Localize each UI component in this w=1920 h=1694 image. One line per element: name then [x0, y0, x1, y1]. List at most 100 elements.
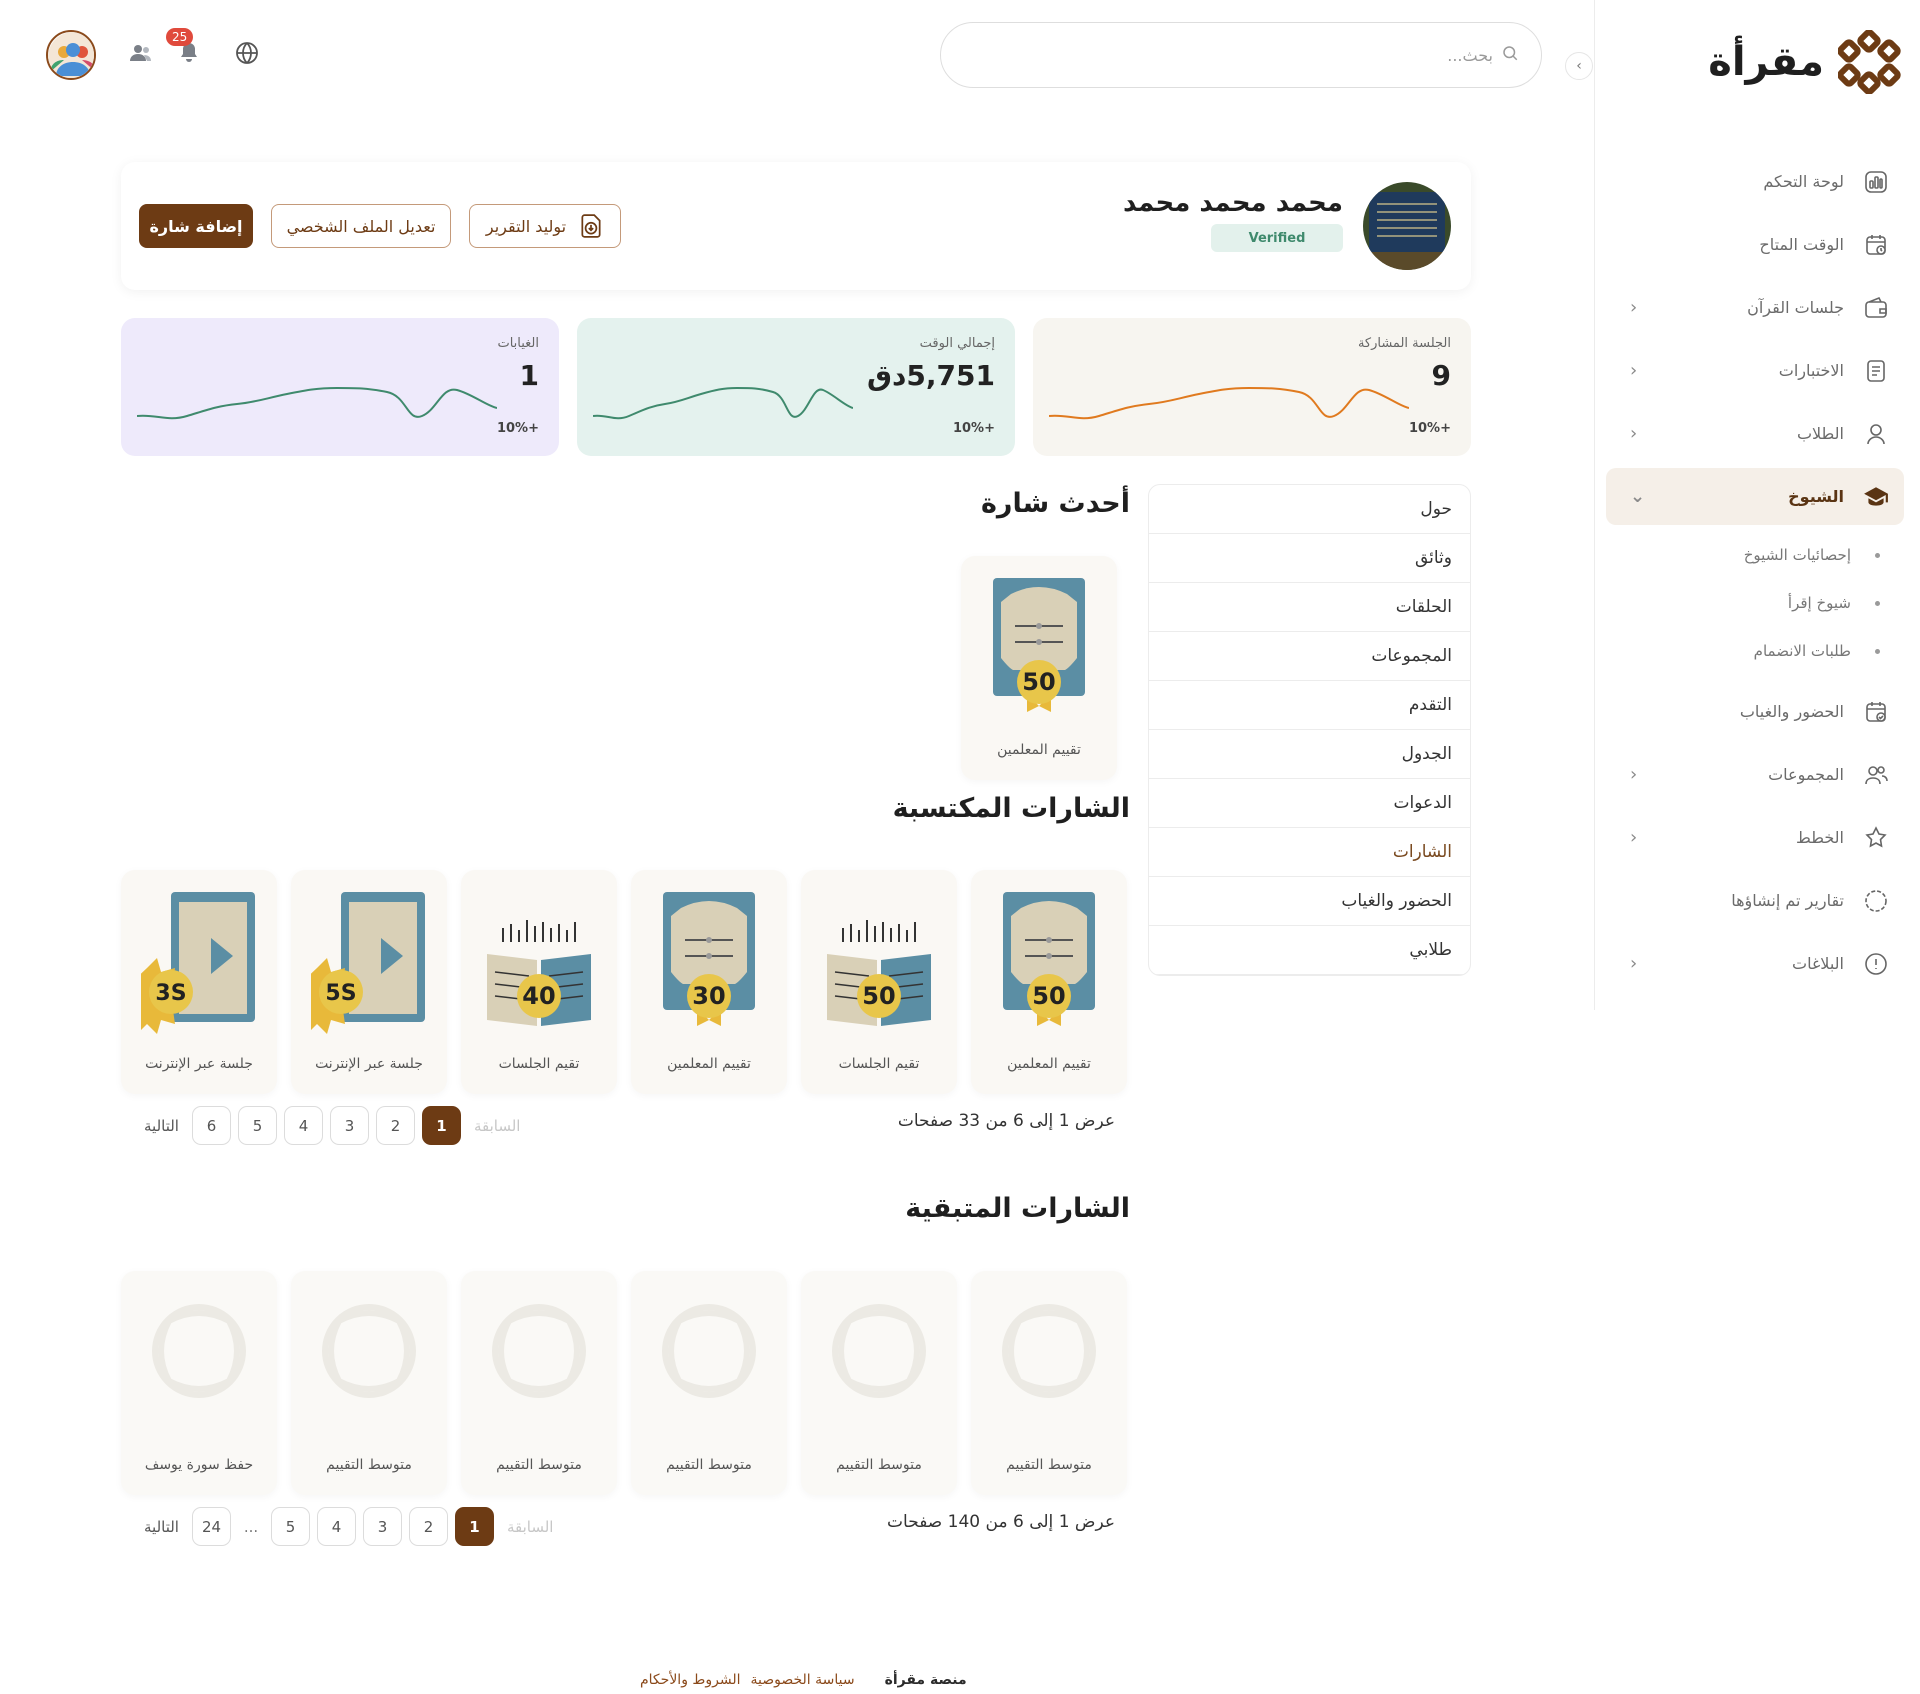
- earned-badge-card[interactable]: 50 تقيم الجلسات: [801, 870, 957, 1094]
- page-1-button[interactable]: 1: [454, 1507, 494, 1546]
- tab-my-students[interactable]: طلابي: [1149, 926, 1470, 975]
- badge-label: تقييم المعلمين: [997, 742, 1081, 758]
- tab-invitations[interactable]: الدعوات: [1149, 779, 1470, 828]
- sidebar-item-label: جلسات القرآن: [1747, 298, 1844, 317]
- next-page-button[interactable]: التالية: [138, 1117, 185, 1135]
- sparkline-total-time: [593, 386, 853, 420]
- remaining-badge-card[interactable]: متوسط التقييم: [801, 1271, 957, 1495]
- earned-badge-card[interactable]: 50 تقييم المعلمين: [971, 870, 1127, 1094]
- next-page-button[interactable]: التالية: [138, 1518, 185, 1536]
- search-input[interactable]: [1093, 45, 1493, 65]
- sidebar-item-plans[interactable]: الخطط ‹: [1606, 809, 1904, 866]
- remaining-badge-card[interactable]: متوسط التقييم: [291, 1271, 447, 1495]
- submenu-item-label: طلبات الانضمام: [1753, 642, 1851, 660]
- page-6-button[interactable]: 6: [191, 1106, 231, 1145]
- sidebar-item-students[interactable]: الطلاب ‹: [1606, 405, 1904, 462]
- sidebar-item-label: لوحة التحكم: [1763, 172, 1844, 191]
- sidebar-item-exams[interactable]: الاختبارات ‹: [1606, 342, 1904, 399]
- latest-badge-card[interactable]: 50 تقييم المعلمين: [961, 556, 1117, 780]
- sidebar-item-groups[interactable]: المجموعات ‹: [1606, 746, 1904, 803]
- badge-label: متوسط التقييم: [666, 1457, 752, 1473]
- teacher-rating-badge-icon: 50: [991, 888, 1107, 1042]
- users-button[interactable]: [126, 40, 156, 70]
- online-session-badge-icon: 5S: [277, 888, 427, 1042]
- sidebar-item-label: البلاغات: [1792, 954, 1844, 973]
- submenu-item-label: إحصائيات الشيوخ: [1743, 546, 1851, 564]
- page-2-button[interactable]: 2: [408, 1507, 448, 1546]
- remaining-badges-title: الشارات المتبقية: [905, 1193, 1130, 1224]
- previous-page-button[interactable]: السابقة: [468, 1117, 527, 1135]
- sidebar-item-quran-sessions[interactable]: جلسات القرآن ‹: [1606, 279, 1904, 336]
- page-2-button[interactable]: 2: [375, 1106, 415, 1145]
- page-3-button[interactable]: 3: [362, 1507, 402, 1546]
- sidebar-item-label: الوقت المتاح: [1759, 235, 1844, 254]
- page-24-button[interactable]: 24: [191, 1507, 231, 1546]
- sidebar-item-sheikhs[interactable]: الشيوخ ⌄: [1606, 468, 1904, 525]
- submenu-item-sheikh-stats[interactable]: إحصائيات الشيوخ: [1606, 531, 1880, 579]
- earned-badge-card[interactable]: 3S جلسة عبر الإنترنت: [107, 870, 277, 1094]
- badge-label: متوسط التقييم: [326, 1457, 412, 1473]
- badge-number: 5S: [325, 981, 356, 1006]
- locked-badge-icon: [309, 1291, 429, 1415]
- badge-star-icon: [1862, 824, 1890, 852]
- locked-badge-icon: [139, 1291, 259, 1415]
- search-bar[interactable]: [940, 22, 1542, 88]
- page-1-button[interactable]: 1: [421, 1106, 461, 1145]
- stat-label: إجمالي الوقت: [919, 336, 995, 351]
- calendar-icon: [1862, 231, 1890, 259]
- language-button[interactable]: [232, 40, 262, 70]
- chevron-left-icon: ‹: [1630, 764, 1638, 785]
- earned-badge-card[interactable]: 40 تقيم الجلسات: [461, 870, 617, 1094]
- previous-page-button[interactable]: السابقة: [501, 1518, 560, 1536]
- chevron-down-icon: ⌄: [1630, 486, 1646, 507]
- edit-profile-button[interactable]: تعديل الملف الشخصي: [271, 204, 451, 248]
- earned-badge-card[interactable]: 5S جلسة عبر الإنترنت: [277, 870, 447, 1094]
- tab-attendance[interactable]: الحضور والغياب: [1149, 877, 1470, 926]
- add-badge-button[interactable]: إضافة شارة: [139, 204, 253, 248]
- notifications-button[interactable]: 25: [166, 28, 204, 70]
- chevron-left-icon: ‹: [1630, 953, 1638, 974]
- page-4-button[interactable]: 4: [283, 1106, 323, 1145]
- page-3-button[interactable]: 3: [329, 1106, 369, 1145]
- remaining-badge-card[interactable]: متوسط التقييم: [461, 1271, 617, 1495]
- report-download-icon: [578, 213, 604, 239]
- tab-about[interactable]: حول: [1149, 485, 1470, 534]
- page-5-button[interactable]: 5: [237, 1106, 277, 1145]
- tab-circles[interactable]: الحلقات: [1149, 583, 1470, 632]
- tab-documents[interactable]: وثائق: [1149, 534, 1470, 583]
- profile-actions: إضافة شارة تعديل الملف الشخصي توليد التق…: [139, 204, 621, 248]
- earned-badge-card[interactable]: 30 تقييم المعلمين: [631, 870, 787, 1094]
- sidebar-item-label: الاختبارات: [1778, 361, 1844, 380]
- page-4-button[interactable]: 4: [316, 1507, 356, 1546]
- sidebar-item-reports[interactable]: البلاغات ‹: [1606, 935, 1904, 992]
- online-session-badge-icon: 3S: [107, 888, 257, 1042]
- earned-badges-title: الشارات المكتسبة: [892, 793, 1130, 824]
- remaining-badge-card[interactable]: متوسط التقييم: [971, 1271, 1127, 1495]
- sidebar-item-label: الخطط: [1796, 828, 1844, 847]
- sidebar-item-label: الشيوخ: [1788, 487, 1844, 506]
- submenu-item-iqra-sheikhs[interactable]: شيوخ إقرأ: [1606, 579, 1880, 627]
- sidebar-item-attendance[interactable]: الحضور والغياب: [1606, 683, 1904, 740]
- tab-badges[interactable]: الشارات: [1149, 828, 1470, 877]
- brand[interactable]: مقرأة: [1708, 30, 1902, 94]
- submenu-item-join-requests[interactable]: طلبات الانضمام: [1606, 627, 1880, 675]
- page-5-button[interactable]: 5: [270, 1507, 310, 1546]
- tab-progress[interactable]: التقدم: [1149, 681, 1470, 730]
- sidebar-item-available-time[interactable]: الوقت المتاح: [1606, 216, 1904, 273]
- generate-report-button[interactable]: توليد التقرير: [469, 204, 621, 248]
- privacy-policy-link[interactable]: سياسة الخصوصية: [750, 1672, 854, 1688]
- tab-groups[interactable]: المجموعات: [1149, 632, 1470, 681]
- sidebar-item-dashboard[interactable]: لوحة التحكم: [1606, 153, 1904, 210]
- user-avatar[interactable]: [46, 30, 96, 80]
- badge-label: تقيم الجلسات: [838, 1056, 920, 1072]
- remaining-badge-card[interactable]: متوسط التقييم: [631, 1271, 787, 1495]
- stat-card-absences: الغيابات 1 +10%: [121, 318, 559, 456]
- remaining-badge-card[interactable]: حفظ سورة يوسف: [121, 1271, 277, 1495]
- collapse-sidebar-button[interactable]: ‹: [1565, 52, 1593, 80]
- header-actions: 25: [46, 28, 262, 80]
- terms-link[interactable]: الشروط والأحكام: [640, 1672, 740, 1688]
- sidebar-item-generated-reports[interactable]: تقارير تم إنشاؤها: [1606, 872, 1904, 929]
- tab-schedule[interactable]: الجدول: [1149, 730, 1470, 779]
- remaining-pagination-info: عرض 1 إلى 6 من 140 صفحات: [887, 1512, 1115, 1532]
- badge-label: تقيم الجلسات: [498, 1056, 580, 1072]
